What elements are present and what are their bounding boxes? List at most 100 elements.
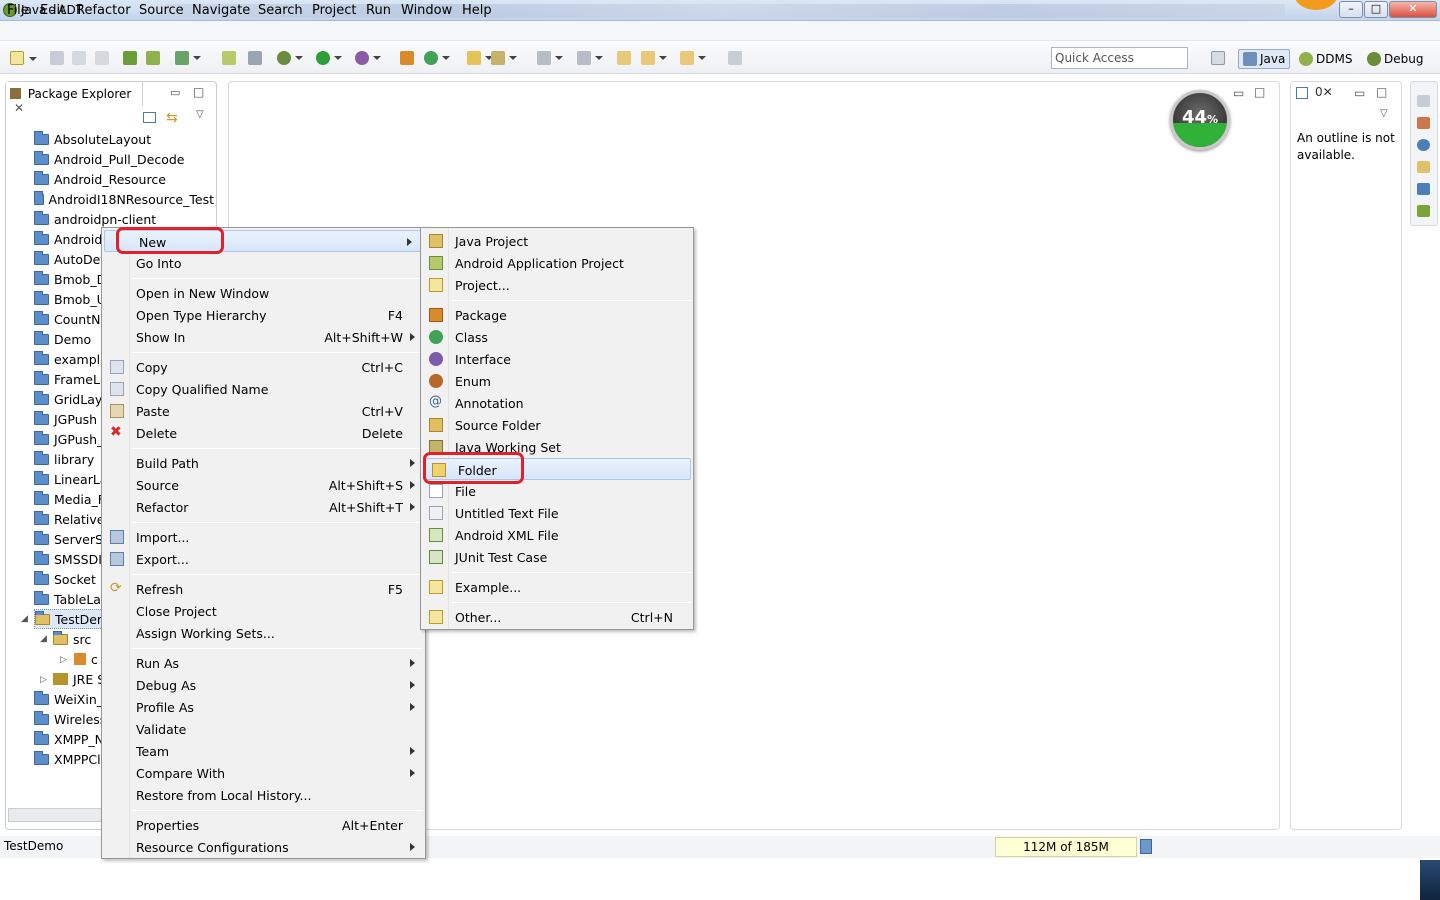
outline-close-icon[interactable]: 0✕ bbox=[1315, 85, 1333, 99]
menu-source[interactable]: Source bbox=[139, 3, 184, 18]
menu-project[interactable]: Project bbox=[312, 3, 356, 18]
ctx-go-into[interactable]: Go Into bbox=[102, 252, 425, 274]
new-java-class-icon[interactable] bbox=[424, 51, 450, 65]
tree-item[interactable]: androidpn-client bbox=[34, 209, 156, 229]
new-untitled-text-file[interactable]: Untitled Text File bbox=[421, 502, 693, 524]
maximize-view-icon[interactable]: □ bbox=[193, 85, 204, 99]
new-project[interactable]: Project... bbox=[421, 274, 693, 296]
ctx-build-path[interactable]: Build Path bbox=[102, 452, 425, 474]
problems-view-icon[interactable] bbox=[1417, 117, 1430, 129]
memory-gauge-widget[interactable]: 44% bbox=[1170, 90, 1230, 150]
outline-maximize-icon[interactable]: □ bbox=[1376, 85, 1387, 99]
ctx-refresh[interactable]: ⟳ Refresh F5 bbox=[102, 578, 425, 600]
tree-item[interactable]: library bbox=[34, 449, 94, 469]
outline-menu-chevron-down-icon[interactable]: ▽ bbox=[1380, 108, 1388, 119]
tree-item-selected[interactable]: TestDer bbox=[34, 609, 104, 629]
new-package[interactable]: Package bbox=[421, 304, 693, 326]
tree-item[interactable]: AutoDet bbox=[34, 249, 105, 269]
new-other[interactable]: Other... Ctrl+N bbox=[421, 606, 693, 628]
expanded-triangle-icon[interactable]: ◢ bbox=[21, 614, 28, 624]
tree-item[interactable]: Android bbox=[34, 229, 102, 249]
tree-item[interactable]: Relative bbox=[34, 509, 104, 529]
javadoc-view-icon[interactable] bbox=[1417, 139, 1430, 151]
perspective-java[interactable]: Java bbox=[1238, 49, 1291, 69]
ctx-debug-as[interactable]: Debug As bbox=[102, 674, 425, 696]
tree-item[interactable]: CountN bbox=[34, 309, 100, 329]
save-icon[interactable] bbox=[50, 51, 64, 65]
tree-item[interactable]: Demo bbox=[34, 329, 91, 349]
android-sdk-manager-icon[interactable] bbox=[123, 51, 137, 65]
outline-minimize-icon[interactable]: ▭ bbox=[1354, 86, 1365, 100]
new-interface[interactable]: Interface bbox=[421, 348, 693, 370]
ctx-compare-with[interactable]: Compare With bbox=[102, 762, 425, 784]
close-tab-icon[interactable]: ✕ bbox=[14, 101, 24, 115]
collapsed-triangle-icon[interactable]: ▷ bbox=[60, 655, 67, 665]
tree-item[interactable]: c bbox=[74, 649, 98, 669]
tree-item[interactable]: Android_Pull_Decode bbox=[34, 149, 184, 169]
menu-run[interactable]: Run bbox=[366, 3, 391, 18]
new-source-folder[interactable]: Source Folder bbox=[421, 414, 693, 436]
ctx-restore-from-local-history[interactable]: Restore from Local History... bbox=[102, 784, 425, 806]
new-example[interactable]: Example... bbox=[421, 576, 693, 598]
tree-item[interactable]: example bbox=[34, 349, 108, 369]
collapsed-triangle-icon[interactable]: ▷ bbox=[40, 675, 47, 685]
console-view-icon[interactable] bbox=[1417, 183, 1430, 195]
ctx-refactor[interactable]: Refactor Alt+Shift+T bbox=[102, 496, 425, 518]
close-button[interactable]: ✕ bbox=[1389, 1, 1437, 18]
tree-item[interactable]: JGPush bbox=[34, 409, 97, 429]
tree-item[interactable]: JGPush_ bbox=[34, 429, 103, 449]
tree-item[interactable]: FrameL bbox=[34, 369, 100, 389]
ctx-run-as[interactable]: Run As bbox=[102, 652, 425, 674]
last-edit-location-icon[interactable] bbox=[617, 51, 631, 65]
package-explorer-tab[interactable]: Package Explorer ✕ bbox=[6, 82, 143, 115]
link-with-editor-icon[interactable]: ⇆ bbox=[166, 110, 178, 126]
horizontal-scrollbar[interactable] bbox=[8, 808, 102, 822]
new-enum[interactable]: Enum bbox=[421, 370, 693, 392]
tree-item[interactable]: XMPPCl bbox=[34, 749, 101, 769]
minimize-view-icon[interactable]: ▭ bbox=[170, 86, 180, 99]
garbage-collect-icon[interactable] bbox=[1140, 839, 1152, 854]
tree-item[interactable]: Bmob_U bbox=[34, 289, 106, 309]
ctx-close-project[interactable]: Close Project bbox=[102, 600, 425, 622]
tree-item[interactable]: Bmob_D bbox=[34, 269, 106, 289]
menu-help[interactable]: Help bbox=[462, 3, 492, 18]
perspective-ddms[interactable]: DDMS bbox=[1295, 49, 1356, 69]
declaration-view-icon[interactable] bbox=[1417, 161, 1430, 173]
search-icon[interactable] bbox=[491, 51, 517, 65]
new-wizard-icon[interactable] bbox=[10, 51, 37, 65]
ctx-delete[interactable]: ✖ Delete Delete bbox=[102, 422, 425, 444]
run-icon[interactable] bbox=[316, 51, 342, 65]
ctx-validate[interactable]: Validate bbox=[102, 718, 425, 740]
ctx-profile-as[interactable]: Profile As bbox=[102, 696, 425, 718]
menu-search[interactable]: Search bbox=[258, 3, 303, 18]
ctx-export[interactable]: Export... bbox=[102, 548, 425, 570]
tree-item[interactable]: src bbox=[53, 629, 91, 649]
ctx-show-in[interactable]: Show In Alt+Shift+W bbox=[102, 326, 425, 348]
open-type-icon[interactable] bbox=[467, 51, 493, 65]
debug-icon[interactable] bbox=[277, 51, 303, 65]
ctx-source[interactable]: Source Alt+Shift+S bbox=[102, 474, 425, 496]
tree-item[interactable]: ServerS bbox=[34, 529, 103, 549]
new-android-project-icon[interactable] bbox=[222, 51, 236, 65]
back-arrow-icon[interactable] bbox=[641, 51, 667, 65]
collapse-all-icon[interactable] bbox=[143, 112, 156, 123]
new-java-package-icon[interactable] bbox=[400, 51, 414, 65]
expanded-triangle-icon[interactable]: ◢ bbox=[40, 634, 47, 644]
new-class[interactable]: Class bbox=[421, 326, 693, 348]
new-java-project[interactable]: Java Project bbox=[421, 230, 693, 252]
ctx-copy-qualified-name[interactable]: Copy Qualified Name bbox=[102, 378, 425, 400]
new-annotation[interactable]: @ Annotation bbox=[421, 392, 693, 414]
tree-item[interactable]: Media_F bbox=[34, 489, 105, 509]
restore-icon[interactable] bbox=[1417, 95, 1430, 107]
menu-file[interactable]: File bbox=[7, 3, 29, 18]
tree-item[interactable]: TableLa bbox=[34, 589, 101, 609]
save-all-icon[interactable] bbox=[72, 51, 86, 65]
forward-arrow-icon[interactable] bbox=[680, 51, 706, 65]
ctx-resource-configurations[interactable]: Resource Configurations bbox=[102, 836, 425, 858]
editor-maximize-icon[interactable]: □ bbox=[1254, 85, 1265, 99]
avd-manager-icon[interactable] bbox=[146, 51, 160, 65]
menu-window[interactable]: Window bbox=[401, 3, 452, 18]
tree-item[interactable]: AndroidI18NResource_Test bbox=[34, 189, 214, 209]
menu-edit[interactable]: Edit bbox=[40, 3, 65, 18]
maximize-button[interactable]: □ bbox=[1364, 1, 1388, 18]
